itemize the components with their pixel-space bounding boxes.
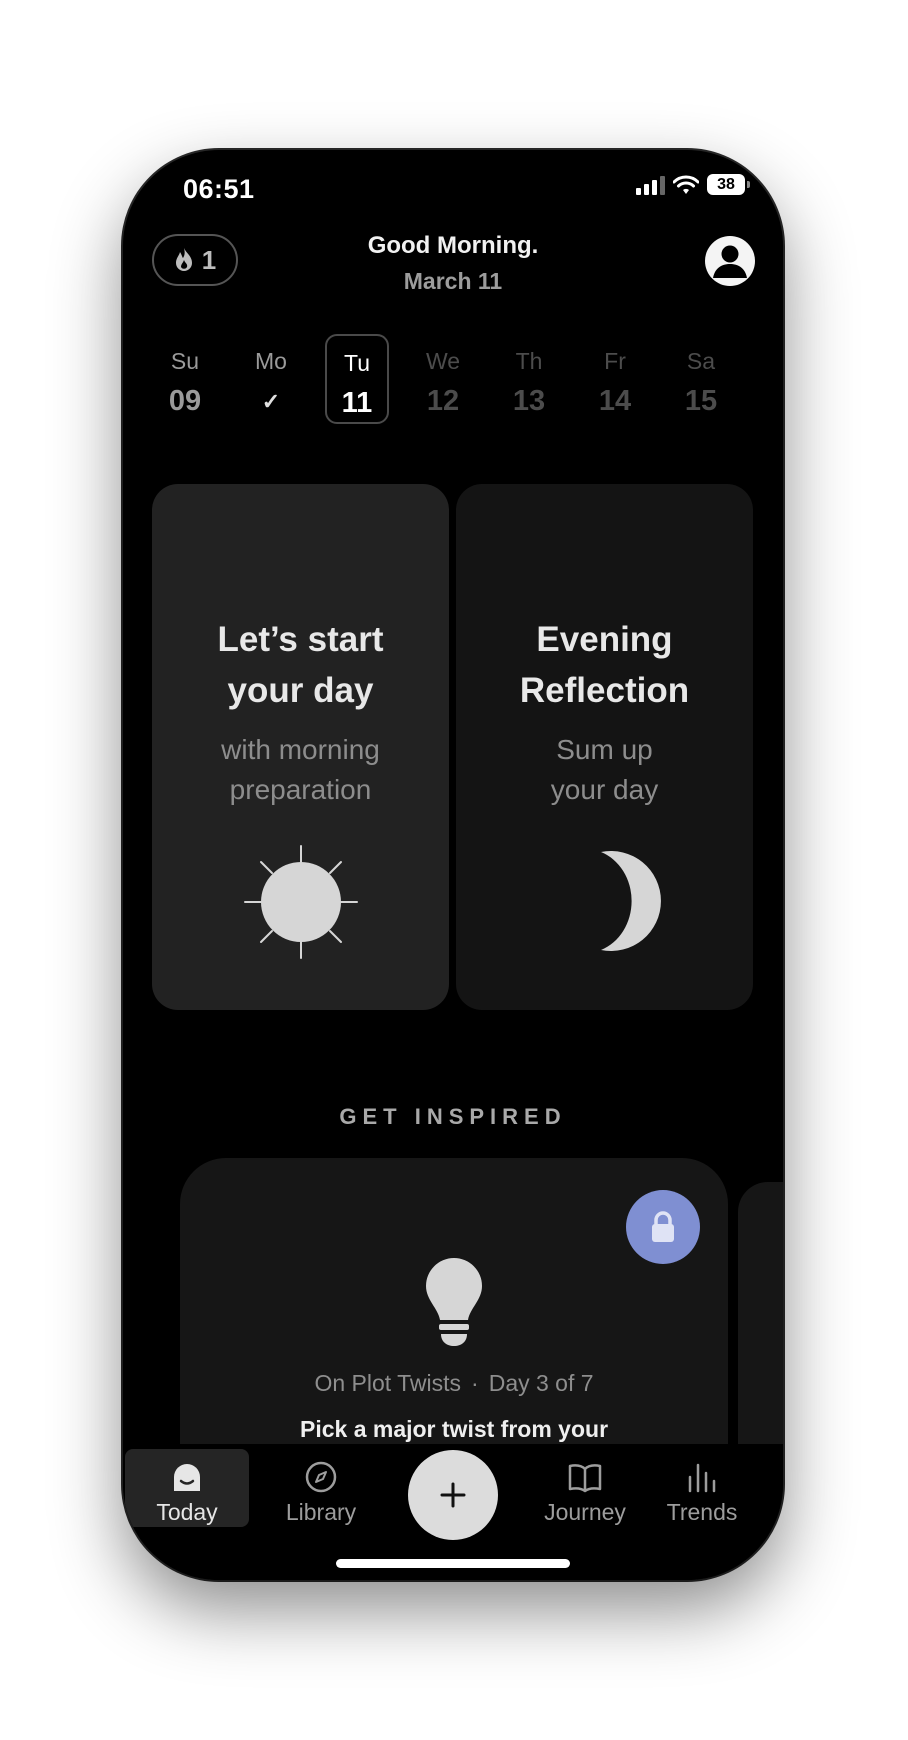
tab-label: Today [156, 1499, 218, 1525]
tab-label: Journey [544, 1499, 626, 1525]
inspiration-card[interactable]: On Plot Twists · Day 3 of 7 Pick a major t… [180, 1158, 728, 1488]
bottom-tab-bar: Today Library Journey Trends [123, 1444, 783, 1580]
greeting-title: Good Morning. [367, 232, 539, 259]
wifi-icon [673, 175, 699, 194]
card-title-line: Reflection [519, 671, 690, 710]
lock-button[interactable] [626, 1190, 700, 1264]
tab-journey[interactable]: Journey [523, 1449, 647, 1527]
day-name: Mo [255, 348, 287, 374]
tab-trends[interactable]: Trends [640, 1449, 764, 1527]
day-name: We [425, 348, 461, 374]
tab-today[interactable]: Today [125, 1449, 249, 1527]
day-name: Sa [686, 348, 716, 374]
phone-screen: 06:51 38 1 Good Morning. March 11 Su 09 … [123, 150, 783, 1580]
plus-icon [440, 1482, 466, 1508]
morning-preparation-card[interactable]: Let’s start your day with morning prepar… [152, 484, 449, 1010]
day-number: 12 [426, 385, 460, 417]
card-title-line: Evening [536, 620, 673, 659]
day-number: 09 [168, 385, 202, 417]
today-icon [174, 1464, 200, 1491]
day-tu[interactable]: Tu 11 [325, 334, 389, 424]
card-subtitle: with morning preparation [152, 730, 449, 810]
current-date: March 11 [403, 268, 503, 294]
day-number: 11 [341, 387, 373, 419]
card-title: Evening Reflection [456, 614, 753, 716]
inspiration-prompt: Pick a major twist from your [299, 1416, 609, 1442]
inspiration-meta: On Plot Twists · Day 3 of 7 [180, 1370, 728, 1397]
profile-avatar[interactable] [705, 236, 755, 286]
evening-reflection-card[interactable]: Evening Reflection Sum up your day [456, 484, 753, 1010]
series-progress: Day 3 of 7 [488, 1370, 594, 1396]
day-name: Fr [604, 348, 626, 374]
greeting-block: Good Morning. March 11 [123, 232, 783, 295]
tab-label: Library [285, 1499, 357, 1525]
card-title-line: your day [227, 671, 374, 710]
moon-icon [600, 851, 661, 951]
user-icon [713, 245, 747, 278]
day-number: 13 [512, 385, 546, 417]
tab-library[interactable]: Library [259, 1449, 383, 1527]
trends-bars-icon [688, 1463, 716, 1493]
day-mo[interactable]: Mo ✓ [239, 334, 303, 424]
series-name: On Plot Twists [314, 1370, 462, 1396]
meta-separator: · [471, 1370, 479, 1396]
day-sa[interactable]: Sa 15 [669, 334, 733, 424]
compass-icon [305, 1461, 337, 1493]
add-entry-button[interactable] [408, 1450, 498, 1540]
day-we[interactable]: We 12 [411, 334, 475, 424]
card-title-line: Let’s start [217, 620, 384, 659]
section-title-get-inspired: GET INSPIRED [339, 1104, 567, 1129]
sun-icon [243, 845, 358, 959]
day-fr[interactable]: Fr 14 [583, 334, 647, 424]
day-su[interactable]: Su 09 [153, 334, 217, 424]
day-name: Su [170, 348, 200, 374]
lightbulb-icon [426, 1258, 482, 1346]
day-name: Tu [344, 350, 370, 376]
day-number: 14 [598, 385, 632, 417]
checkmark-icon: ✓ [261, 389, 281, 414]
card-subtitle-line: your day [550, 774, 659, 805]
card-subtitle: Sum up your day [456, 730, 753, 810]
week-selector: Su 09 Mo ✓ Tu 11 We 12 Th 13 Fr 14 Sa 15 [145, 334, 761, 426]
card-subtitle-line: Sum up [556, 734, 653, 765]
book-icon [568, 1464, 602, 1493]
day-number: 15 [684, 385, 718, 417]
lock-icon [652, 1211, 674, 1242]
status-icons: 38 [636, 174, 750, 195]
tab-label: Trends [666, 1499, 738, 1525]
home-indicator[interactable] [336, 1559, 570, 1568]
day-th[interactable]: Th 13 [497, 334, 561, 424]
day-name: Th [515, 348, 543, 374]
battery-indicator: 38 [707, 174, 750, 195]
cellular-signal-icon [636, 175, 665, 195]
status-time: 06:51 [183, 174, 255, 204]
card-subtitle-line: preparation [229, 774, 372, 805]
card-title: Let’s start your day [152, 614, 449, 716]
card-subtitle-line: with morning [221, 734, 380, 765]
